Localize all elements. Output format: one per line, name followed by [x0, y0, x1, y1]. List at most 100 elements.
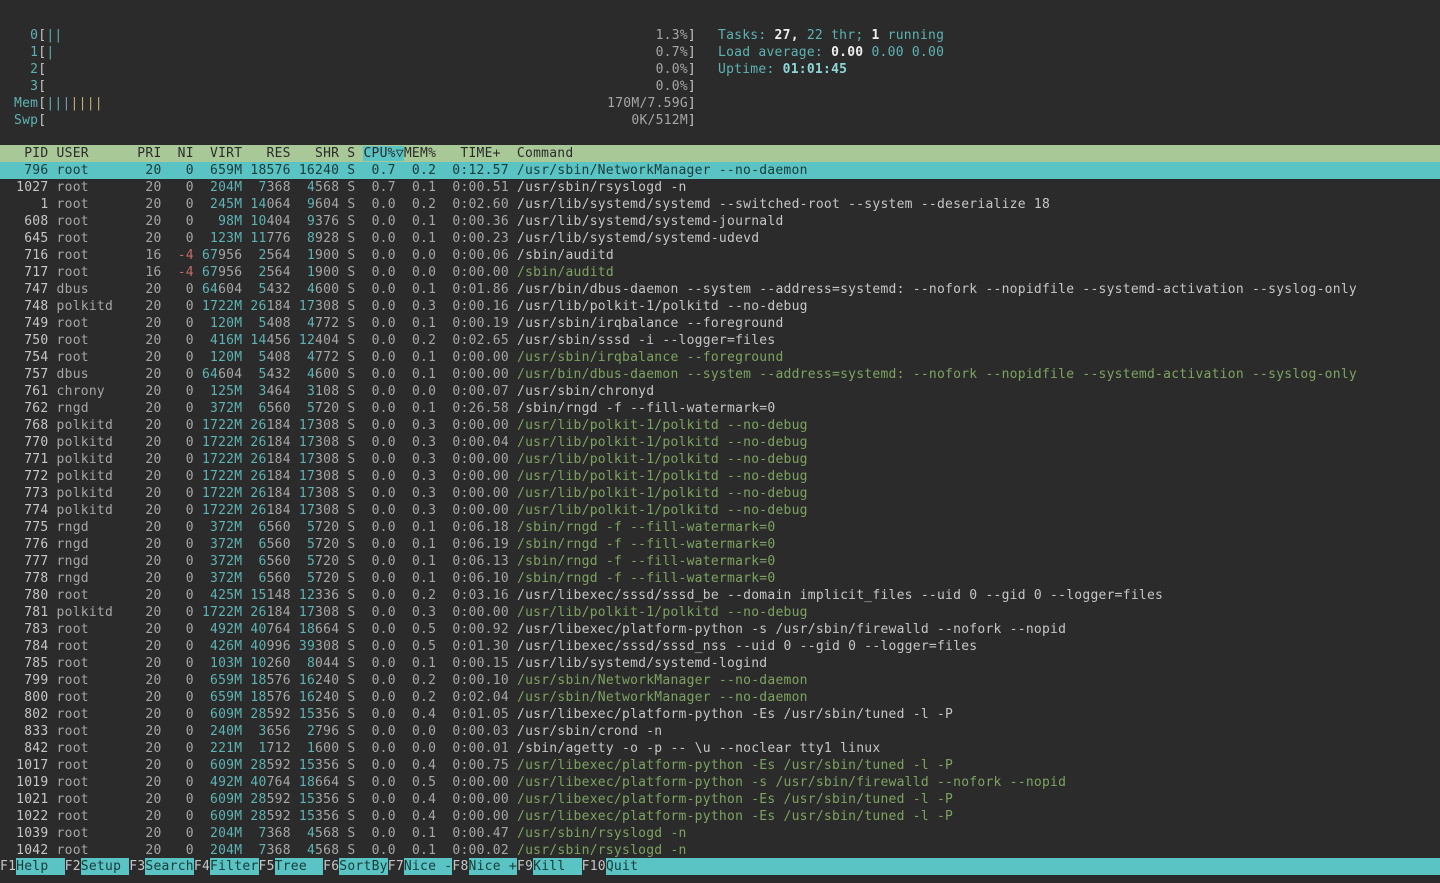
- fn-key-f6[interactable]: F6: [323, 858, 339, 875]
- fn-key-f4[interactable]: F4: [194, 858, 210, 875]
- process-row[interactable]: 783 root 20 0 492M 40764 18664 S 0.0 0.5…: [0, 621, 1440, 638]
- process-command: /sbin/agetty -o -p -- \u --noclear tty1 …: [509, 741, 881, 756]
- fn-key-f10[interactable]: F10: [582, 858, 606, 875]
- fn-action-kill[interactable]: Kill: [533, 858, 581, 875]
- process-row[interactable]: 1021 root 20 0 609M 28592 15356 S 0.0 0.…: [0, 791, 1440, 808]
- process-command: /usr/sbin/irqbalance --foreground: [509, 316, 784, 331]
- process-row[interactable]: 799 root 20 0 659M 18576 16240 S 0.0 0.2…: [0, 672, 1440, 689]
- process-row[interactable]: 761 chrony 20 0 125M 3464 3108 S 0.0 0.0…: [0, 383, 1440, 400]
- process-command: /usr/lib/polkit-1/polkitd --no-debug: [509, 452, 808, 467]
- process-command: /usr/sbin/chronyd: [509, 384, 654, 399]
- process-command: /usr/lib/polkit-1/polkitd --no-debug: [509, 605, 808, 620]
- cpu1-meter: 1[|0.7%]: [14, 44, 696, 61]
- process-row[interactable]: 750 root 20 0 416M 14456 12404 S 0.0 0.2…: [0, 332, 1440, 349]
- process-row[interactable]: 784 root 20 0 426M 40996 39308 S 0.0 0.5…: [0, 638, 1440, 655]
- process-row[interactable]: 608 root 20 0 98M 10404 9376 S 0.0 0.1 0…: [0, 213, 1440, 230]
- process-row[interactable]: 777 rngd 20 0 372M 6560 5720 S 0.0 0.1 0…: [0, 553, 1440, 570]
- process-command: /usr/sbin/rsyslogd -n: [509, 843, 687, 858]
- process-command: /usr/sbin/crond -n: [509, 724, 662, 739]
- meter-bar: |: [46, 44, 54, 61]
- process-row[interactable]: 717 root 16 -4 67956 2564 1900 S 0.0 0.0…: [0, 264, 1440, 281]
- process-command: /usr/lib/polkit-1/polkitd --no-debug: [509, 503, 808, 518]
- process-row[interactable]: 802 root 20 0 609M 28592 15356 S 0.0 0.4…: [0, 706, 1440, 723]
- meter-bar: |||||||: [46, 95, 103, 112]
- process-row[interactable]: 770 polkitd 20 0 1722M 26184 17308 S 0.0…: [0, 434, 1440, 451]
- meter-bar: ||: [46, 27, 62, 44]
- process-row[interactable]: 1042 root 20 0 204M 7368 4568 S 0.0 0.1 …: [0, 842, 1440, 859]
- process-row[interactable]: 1022 root 20 0 609M 28592 15356 S 0.0 0.…: [0, 808, 1440, 825]
- sort-column-cpu[interactable]: CPU%▽: [363, 146, 403, 161]
- fn-action-help[interactable]: Help: [16, 858, 64, 875]
- fn-action-setup[interactable]: Setup: [81, 858, 129, 875]
- fn-key-f3[interactable]: F3: [129, 858, 145, 875]
- tasks-summary: Tasks: 27, 22 thr; 1 running: [718, 27, 944, 44]
- process-row[interactable]: 833 root 20 0 240M 3656 2796 S 0.0 0.0 0…: [0, 723, 1440, 740]
- process-row[interactable]: 771 polkitd 20 0 1722M 26184 17308 S 0.0…: [0, 451, 1440, 468]
- fn-action-search[interactable]: Search: [145, 858, 193, 875]
- process-row[interactable]: 1 root 20 0 245M 14064 9604 S 0.0 0.2 0:…: [0, 196, 1440, 213]
- fn-key-f1[interactable]: F1: [0, 858, 16, 875]
- process-command: /sbin/rngd -f --fill-watermark=0: [509, 401, 776, 416]
- process-command: /usr/lib/polkit-1/polkitd --no-debug: [509, 418, 808, 433]
- process-row[interactable]: 842 root 20 0 221M 1712 1600 S 0.0 0.0 0…: [0, 740, 1440, 757]
- column-headers[interactable]: PID USER PRI NI VIRT RES SHR S CPU%▽MEM%…: [0, 145, 1440, 162]
- process-row[interactable]: 762 rngd 20 0 372M 6560 5720 S 0.0 0.1 0…: [0, 400, 1440, 417]
- process-row[interactable]: 716 root 16 -4 67956 2564 1900 S 0.0 0.0…: [0, 247, 1440, 264]
- process-row[interactable]: 1027 root 20 0 204M 7368 4568 S 0.7 0.1 …: [0, 179, 1440, 196]
- process-command: /usr/lib/systemd/systemd-logind: [509, 656, 767, 671]
- process-command: /usr/libexec/sssd/sssd_nss --uid 0 --gid…: [509, 639, 977, 654]
- fn-action-sortby[interactable]: SortBy: [339, 858, 387, 875]
- process-command: /usr/libexec/platform-python -Es /usr/sb…: [509, 707, 953, 722]
- fn-action-tree[interactable]: Tree: [275, 858, 323, 875]
- process-row[interactable]: 757 dbus 20 0 64604 5432 4600 S 0.0 0.1 …: [0, 366, 1440, 383]
- process-row[interactable]: 780 root 20 0 425M 15148 12336 S 0.0 0.2…: [0, 587, 1440, 604]
- mem-meter: Mem[|||||||170M/7.59G]: [14, 95, 696, 112]
- cpu3-meter: 3[0.0%]: [14, 78, 696, 95]
- process-row[interactable]: 773 polkitd 20 0 1722M 26184 17308 S 0.0…: [0, 485, 1440, 502]
- process-row[interactable]: 781 polkitd 20 0 1722M 26184 17308 S 0.0…: [0, 604, 1440, 621]
- fn-key-f7[interactable]: F7: [388, 858, 404, 875]
- process-row[interactable]: 774 polkitd 20 0 1722M 26184 17308 S 0.0…: [0, 502, 1440, 519]
- process-command: /sbin/rngd -f --fill-watermark=0: [509, 537, 776, 552]
- fn-key-f8[interactable]: F8: [452, 858, 468, 875]
- process-command: /usr/lib/systemd/systemd-journald: [509, 214, 784, 229]
- cpu0-meter: 0[||1.3%]: [14, 27, 696, 44]
- fn-action-nice-[interactable]: Nice +: [469, 858, 517, 875]
- fn-action-quit[interactable]: Quit: [606, 858, 1440, 875]
- process-command: /usr/sbin/irqbalance --foreground: [509, 350, 784, 365]
- process-row[interactable]: 800 root 20 0 659M 18576 16240 S 0.0 0.2…: [0, 689, 1440, 706]
- process-command: /sbin/auditd: [509, 248, 614, 263]
- process-row[interactable]: 768 polkitd 20 0 1722M 26184 17308 S 0.0…: [0, 417, 1440, 434]
- process-table-header[interactable]: PID USER PRI NI VIRT RES SHR S CPU%▽MEM%…: [0, 145, 1440, 162]
- process-command: /usr/sbin/NetworkManager --no-daemon: [509, 690, 808, 705]
- fn-key-f9[interactable]: F9: [517, 858, 533, 875]
- process-row[interactable]: 1019 root 20 0 492M 40764 18664 S 0.0 0.…: [0, 774, 1440, 791]
- process-row[interactable]: 748 polkitd 20 0 1722M 26184 17308 S 0.0…: [0, 298, 1440, 315]
- htop-terminal: 0[||1.3%] 1[|0.7%] 2[0.0%] 3[0.0%]Mem[||…: [0, 0, 1440, 883]
- process-row[interactable]: 754 root 20 0 120M 5408 4772 S 0.0 0.1 0…: [0, 349, 1440, 366]
- process-row[interactable]: 772 polkitd 20 0 1722M 26184 17308 S 0.0…: [0, 468, 1440, 485]
- process-command: /usr/libexec/sssd/sssd_be --domain impli…: [509, 588, 1163, 603]
- uptime: Uptime: 01:01:45: [718, 61, 944, 78]
- process-command: /usr/libexec/platform-python -s /usr/sbi…: [509, 775, 1066, 790]
- process-command: /sbin/rngd -f --fill-watermark=0: [509, 554, 776, 569]
- process-row[interactable]: 747 dbus 20 0 64604 5432 4600 S 0.0 0.1 …: [0, 281, 1440, 298]
- process-command: /usr/bin/dbus-daemon --system --address=…: [509, 282, 1357, 297]
- process-command: /sbin/rngd -f --fill-watermark=0: [509, 571, 776, 586]
- cpu2-meter: 2[0.0%]: [14, 61, 696, 78]
- process-row[interactable]: 1017 root 20 0 609M 28592 15356 S 0.0 0.…: [0, 757, 1440, 774]
- process-row[interactable]: 645 root 20 0 123M 11776 8928 S 0.0 0.1 …: [0, 230, 1440, 247]
- swp-meter: Swp[0K/512M]: [14, 112, 696, 129]
- process-row[interactable]: 1039 root 20 0 204M 7368 4568 S 0.0 0.1 …: [0, 825, 1440, 842]
- process-command: /usr/lib/polkit-1/polkitd --no-debug: [509, 469, 808, 484]
- fn-action-nice-[interactable]: Nice -: [404, 858, 452, 875]
- process-row[interactable]: 785 root 20 0 103M 10260 8044 S 0.0 0.1 …: [0, 655, 1440, 672]
- process-row[interactable]: 776 rngd 20 0 372M 6560 5720 S 0.0 0.1 0…: [0, 536, 1440, 553]
- fn-key-f2[interactable]: F2: [65, 858, 81, 875]
- selected-process-row[interactable]: 796 root 20 0 659M 18576 16240 S 0.7 0.2…: [0, 162, 1440, 179]
- process-row[interactable]: 778 rngd 20 0 372M 6560 5720 S 0.0 0.1 0…: [0, 570, 1440, 587]
- fn-key-f5[interactable]: F5: [259, 858, 275, 875]
- process-row[interactable]: 775 rngd 20 0 372M 6560 5720 S 0.0 0.1 0…: [0, 519, 1440, 536]
- process-row[interactable]: 749 root 20 0 120M 5408 4772 S 0.0 0.1 0…: [0, 315, 1440, 332]
- fn-action-filter[interactable]: Filter: [210, 858, 258, 875]
